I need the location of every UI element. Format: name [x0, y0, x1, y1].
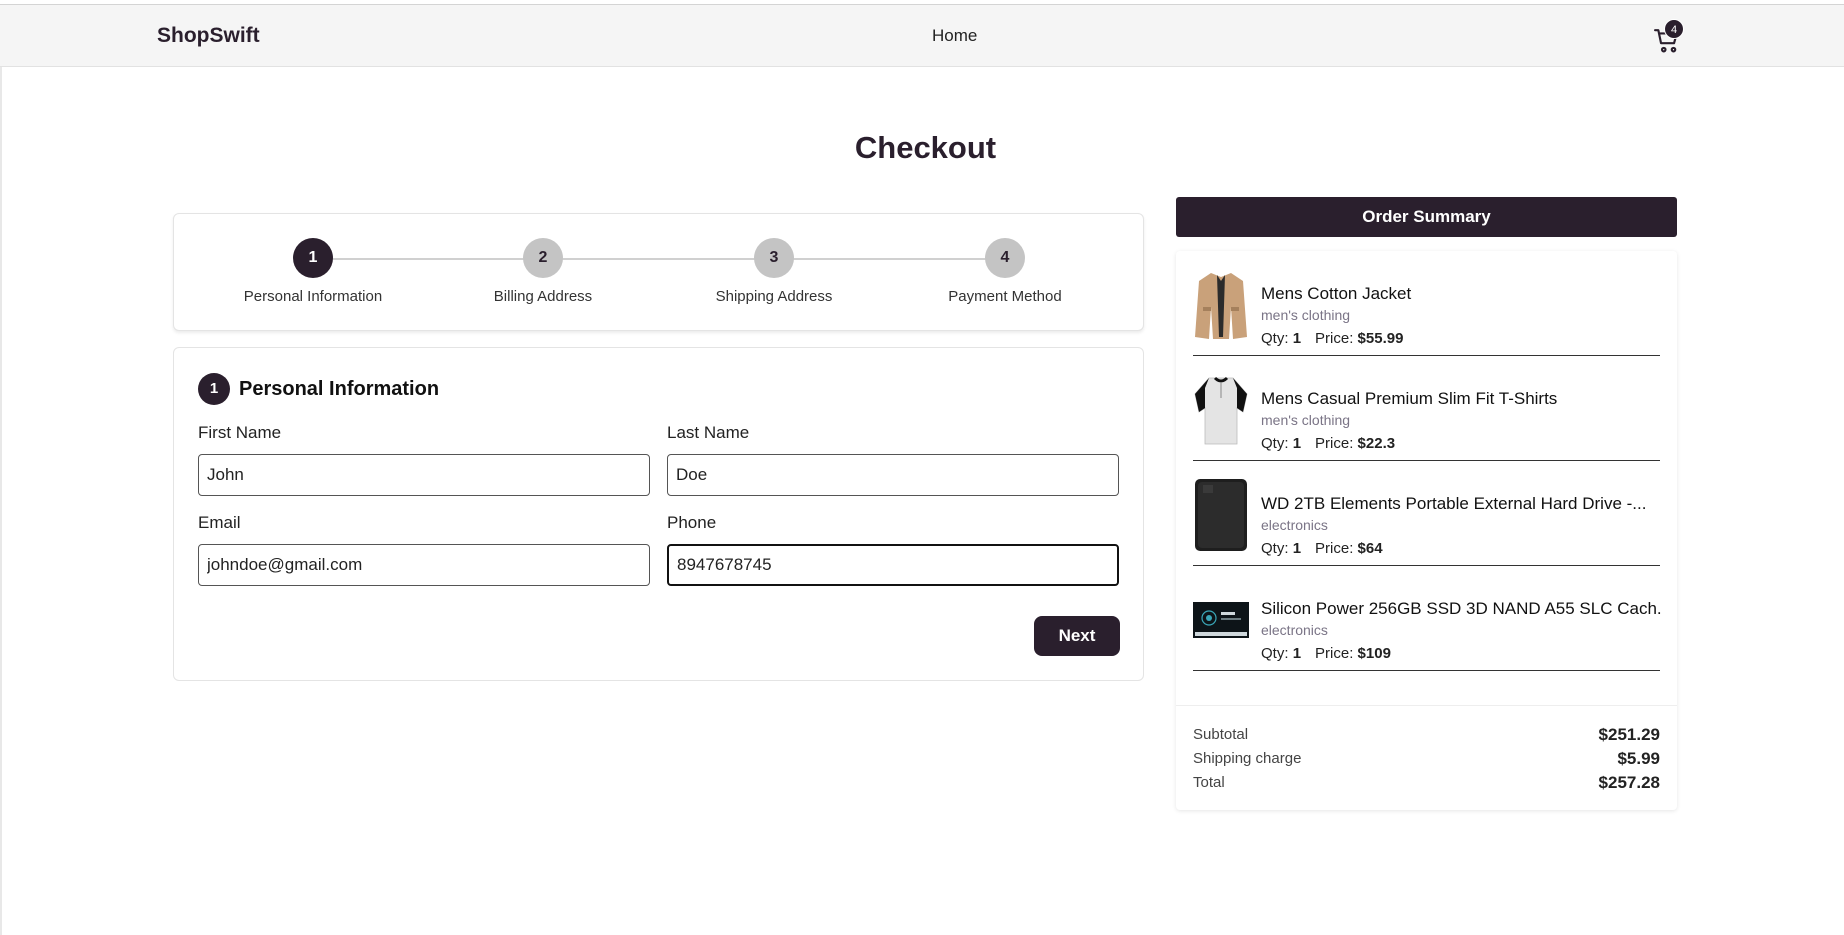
step-number: 4	[985, 238, 1025, 278]
step-number: 3	[754, 238, 794, 278]
personal-information-form: 1 Personal Information First Name Last N…	[173, 347, 1144, 681]
list-item[interactable]: Mens Casual Premium Slim Fit T-Shirts me…	[1193, 356, 1660, 461]
step-label: Shipping Address	[715, 288, 833, 305]
last-name-label: Last Name	[667, 423, 750, 442]
shipping-label: Shipping charge	[1193, 750, 1302, 767]
step-billing-address[interactable]: 2 Billing Address	[443, 238, 643, 305]
list-item[interactable]: Mens Cotton Jacket men's clothing Qty: 1…	[1193, 251, 1660, 356]
page-title: Checkout	[854, 130, 997, 165]
page-edge	[0, 67, 2, 935]
step-number: 1	[293, 238, 333, 278]
item-price: $22.3	[1357, 435, 1396, 452]
qty-label: Qty:	[1261, 540, 1289, 557]
subtotal-value: $251.29	[1598, 725, 1660, 744]
qty-label: Qty:	[1261, 645, 1289, 662]
site-header: ShopSwift Home 4	[0, 5, 1844, 67]
order-summary-header: Order Summary	[1176, 197, 1677, 237]
item-meta: Qty: 1 Price: $55.99	[1261, 330, 1403, 347]
item-name: Mens Cotton Jacket	[1261, 284, 1412, 303]
item-qty: 1	[1292, 330, 1302, 347]
shipping-value: $5.99	[1617, 749, 1660, 768]
price-label: Price:	[1315, 645, 1354, 662]
checkout-stepper: 1 Personal Information 2 Billing Address…	[173, 213, 1144, 331]
form-step-number: 1	[198, 373, 230, 405]
nav-home-link[interactable]: Home	[932, 26, 977, 46]
total-row: Total $257.28	[1193, 773, 1660, 794]
subtotal-label: Subtotal	[1193, 726, 1249, 743]
item-name: Mens Casual Premium Slim Fit T-Shirts	[1261, 389, 1558, 408]
item-meta: Qty: 1 Price: $109	[1261, 645, 1391, 662]
email-field[interactable]	[198, 544, 650, 586]
first-name-group: First Name	[198, 423, 650, 496]
item-category: electronics	[1261, 622, 1328, 638]
item-name: Silicon Power 256GB SSD 3D NAND A55 SLC …	[1261, 599, 1661, 618]
list-item[interactable]: WD 2TB Elements Portable External Hard D…	[1193, 461, 1660, 566]
phone-group: Phone	[667, 513, 1119, 586]
price-label: Price:	[1315, 540, 1354, 557]
qty-label: Qty:	[1261, 435, 1289, 452]
order-totals: Subtotal $251.29 Shipping charge $5.99 T…	[1176, 705, 1677, 810]
item-price: $55.99	[1357, 330, 1404, 347]
phone-field[interactable]	[667, 544, 1119, 586]
item-category: men's clothing	[1261, 412, 1351, 428]
first-name-field[interactable]	[198, 454, 650, 496]
logo[interactable]: ShopSwift	[157, 24, 260, 48]
item-name: WD 2TB Elements Portable External Hard D…	[1261, 494, 1647, 513]
step-label: Billing Address	[493, 288, 593, 305]
step-personal-information[interactable]: 1 Personal Information	[213, 238, 413, 305]
email-label: Email	[198, 513, 241, 532]
item-qty: 1	[1292, 645, 1302, 662]
stepper-connector	[313, 258, 1005, 260]
tshirt-image	[1194, 376, 1248, 445]
qty-label: Qty:	[1261, 330, 1289, 347]
shipping-row: Shipping charge $5.99	[1193, 749, 1660, 770]
price-label: Price:	[1315, 330, 1354, 347]
item-category: men's clothing	[1261, 307, 1351, 323]
last-name-field[interactable]	[667, 454, 1119, 496]
cart-button[interactable]: 4	[1652, 19, 1684, 53]
total-value: $257.28	[1598, 773, 1660, 792]
next-button[interactable]: Next	[1034, 616, 1120, 656]
subtotal-row: Subtotal $251.29	[1193, 725, 1660, 746]
hard-drive-image	[1195, 479, 1247, 551]
step-label: Personal Information	[243, 288, 383, 305]
jacket-image	[1195, 273, 1247, 339]
cart-count-badge: 4	[1664, 19, 1684, 39]
total-label: Total	[1193, 774, 1225, 791]
list-item[interactable]: Silicon Power 256GB SSD 3D NAND A55 SLC …	[1193, 566, 1661, 671]
item-price: $109	[1357, 645, 1391, 662]
price-label: Price:	[1315, 435, 1354, 452]
order-summary-card: Mens Cotton Jacket men's clothing Qty: 1…	[1176, 251, 1677, 810]
step-label: Payment Method	[948, 288, 1062, 305]
first-name-label: First Name	[198, 423, 282, 442]
item-qty: 1	[1292, 435, 1302, 452]
email-group: Email	[198, 513, 650, 586]
phone-label: Phone	[667, 513, 717, 532]
item-category: electronics	[1261, 517, 1328, 533]
ssd-image	[1193, 602, 1249, 638]
step-shipping-address[interactable]: 3 Shipping Address	[674, 238, 874, 305]
item-meta: Qty: 1 Price: $64	[1261, 540, 1383, 557]
form-title: Personal Information	[239, 377, 440, 400]
step-number: 2	[523, 238, 563, 278]
form-heading: 1 Personal Information	[198, 373, 439, 405]
item-qty: 1	[1292, 540, 1302, 557]
item-price: $64	[1357, 540, 1383, 557]
step-payment-method[interactable]: 4 Payment Method	[905, 238, 1105, 305]
item-meta: Qty: 1 Price: $22.3	[1261, 435, 1395, 452]
last-name-group: Last Name	[667, 423, 1119, 496]
